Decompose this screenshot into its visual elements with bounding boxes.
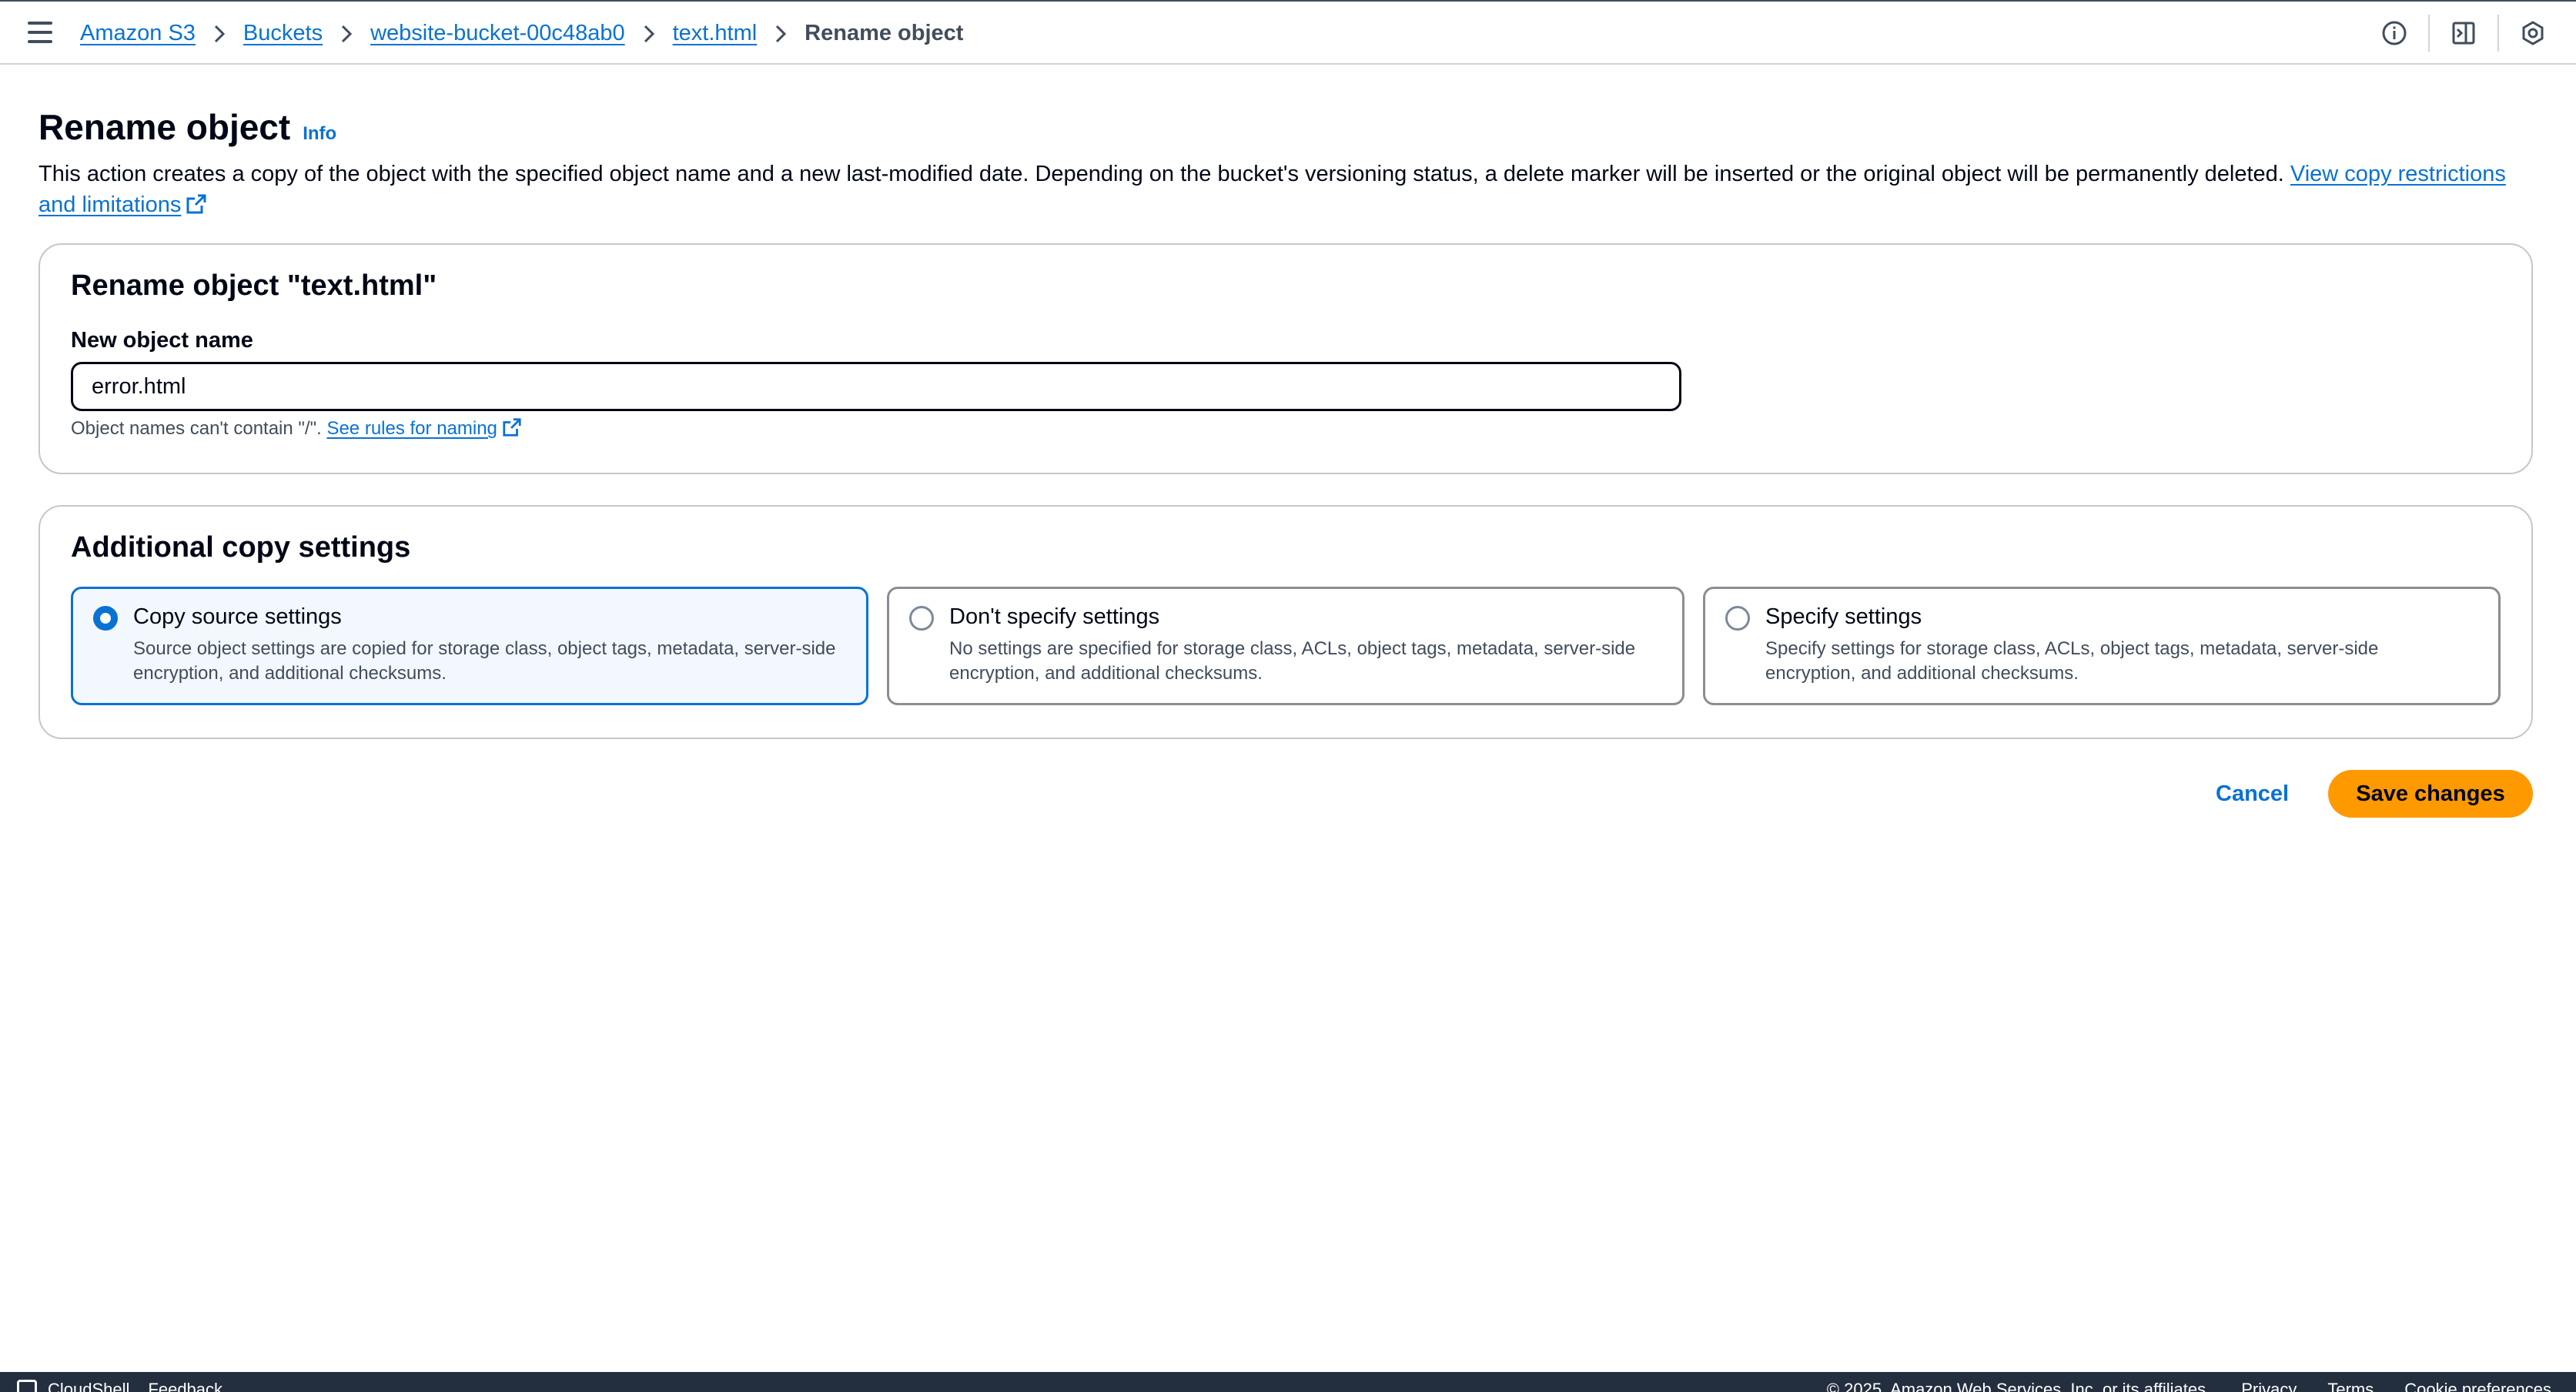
description-text: This action creates a copy of the object… [38,162,2284,186]
settings-hexagon-icon[interactable] [2517,18,2548,49]
tile-specify-settings[interactable]: Specify settings Specify settings for st… [1703,587,2501,705]
privacy-link[interactable]: Privacy [2241,1380,2297,1392]
naming-rules-link[interactable]: See rules for naming [326,418,521,439]
naming-constraint: Object names can't contain "/". See rule… [71,417,522,443]
console-footer: CloudShell Feedback © 2025, Amazon Web S… [0,1372,2576,1392]
radio-dont-specify-settings[interactable] [909,606,934,631]
cloudshell-link[interactable]: CloudShell [48,1380,129,1392]
tile-label: Copy source settings [133,604,342,629]
breadcrumb-buckets[interactable]: Buckets [243,21,323,46]
breadcrumb: Amazon S3 Buckets website-bucket-00c48ab… [80,2,963,65]
tile-description: Source object settings are copied for st… [133,638,836,684]
top-navigation-bar: Amazon S3 Buckets website-bucket-00c48ab… [0,0,2576,65]
copy-settings-tiles: Copy source settings Source object setti… [71,587,2501,705]
tile-dont-specify-settings[interactable]: Don't specify settings No settings are s… [887,587,1684,705]
new-object-name-label: New object name [71,328,253,353]
breadcrumb-bucket-name[interactable]: website-bucket-00c48ab0 [370,21,624,46]
tile-description: No settings are specified for storage cl… [949,638,1636,684]
radio-specify-settings[interactable] [1725,606,1750,631]
radio-copy-source-settings[interactable] [93,606,118,631]
copy-settings-title: Additional copy settings [71,531,411,564]
copyright-text: © 2025, Amazon Web Services, Inc. or its… [1826,1380,2211,1392]
chevron-right-icon [625,21,673,46]
breadcrumb-current: Rename object [805,20,964,45]
external-link-icon [502,417,522,443]
chevron-right-icon [196,21,243,46]
page-title: Rename object [38,107,291,147]
naming-rules-link-label: See rules for naming [326,418,497,439]
toolbar-divider [2428,15,2430,52]
chevron-right-icon [323,21,370,46]
info-link[interactable]: Info [303,123,336,145]
constraint-text: Object names can't contain "/". [71,418,322,439]
terms-link[interactable]: Terms [2327,1380,2374,1392]
page-header: Rename object Info [38,106,336,148]
tile-copy-source-settings[interactable]: Copy source settings Source object setti… [71,587,868,705]
cancel-button[interactable]: Cancel [2197,770,2307,818]
info-circle-icon[interactable] [2379,18,2410,49]
footer-right: © 2025, Amazon Web Services, Inc. or its… [1827,1380,2551,1392]
breadcrumb-amazon-s3[interactable]: Amazon S3 [80,21,196,46]
cloudshell-icon [17,1380,37,1392]
external-link-icon [186,192,207,223]
rename-object-panel: Rename object "text.html" New object nam… [38,243,2533,474]
additional-copy-settings-panel: Additional copy settings Copy source set… [38,505,2533,739]
save-changes-button[interactable]: Save changes [2328,770,2533,818]
side-panel-icon[interactable] [2448,18,2479,49]
tile-label: Specify settings [1765,604,1922,629]
tile-description: Specify settings for storage class, ACLs… [1765,638,2379,684]
menu-icon[interactable] [28,22,52,43]
new-object-name-input[interactable] [71,362,1681,411]
toolbar-divider [2497,15,2499,52]
footer-left: CloudShell Feedback [17,1380,222,1392]
page-description: This action creates a copy of the object… [38,159,2533,223]
feedback-link[interactable]: Feedback [148,1380,222,1392]
top-icons [2379,2,2548,65]
breadcrumb-object-name[interactable]: text.html [673,21,758,46]
chevron-right-icon [757,21,805,46]
cookie-preferences-link[interactable]: Cookie preferences [2404,1380,2551,1392]
tile-label: Don't specify settings [949,604,1160,629]
rename-panel-title: Rename object "text.html" [71,269,437,302]
